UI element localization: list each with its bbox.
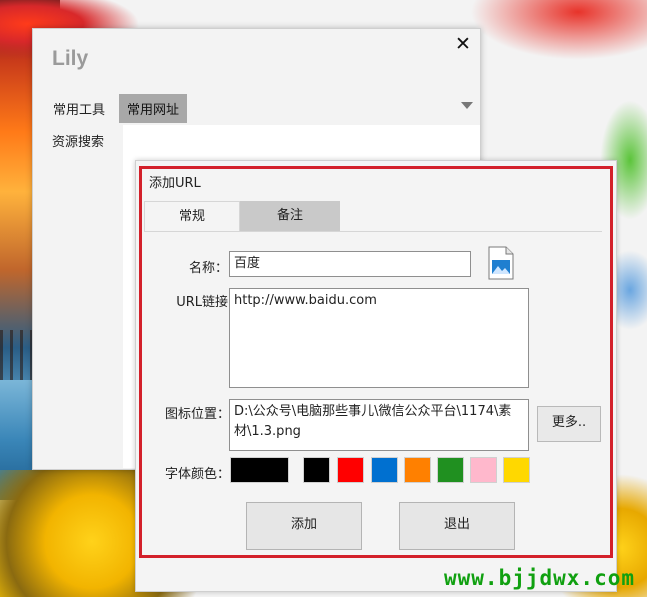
more-button[interactable]: 更多..	[537, 406, 601, 442]
color-swatch-orange[interactable]	[404, 457, 431, 483]
tab-notes[interactable]: 备注	[240, 201, 340, 231]
color-swatch-pink[interactable]	[470, 457, 497, 483]
url-label: URL链接	[176, 295, 228, 310]
icon-path-label: 图标位置：	[164, 407, 230, 422]
color-swatch-yellow[interactable]	[503, 457, 530, 483]
color-swatch-green[interactable]	[437, 457, 464, 483]
exit-button[interactable]: 退出	[399, 502, 515, 550]
color-swatch-black[interactable]	[303, 457, 330, 483]
add-button[interactable]: 添加	[246, 502, 362, 550]
dialog-title: 添加URL	[149, 176, 201, 191]
name-label: 名称：	[188, 261, 228, 276]
menu-common-tools[interactable]: 常用工具	[45, 94, 113, 123]
close-icon[interactable]: ✕	[452, 33, 474, 55]
color-swatch-red[interactable]	[337, 457, 364, 483]
bg-red-splash	[470, 0, 647, 60]
watermark-text: www.bjjdwx.com	[444, 566, 636, 590]
icon-path-input[interactable]: D:\公众号\电脑那些事儿\微信公众平台\1174\素材\1.3.png	[229, 399, 529, 451]
font-color-label: 字体颜色：	[164, 467, 230, 482]
color-swatch-blue[interactable]	[371, 457, 398, 483]
menu-common-urls[interactable]: 常用网址	[119, 93, 188, 123]
add-url-dialog: 添加URL 常规 备注 名称： 百度 URL链接 http://www.baid…	[135, 160, 617, 592]
url-textarea[interactable]: http://www.baidu.com	[229, 288, 529, 388]
name-input[interactable]: 百度	[229, 251, 471, 277]
app-title: Lily	[52, 47, 89, 70]
image-file-icon[interactable]	[488, 246, 514, 280]
tab-bar: 常规 备注	[144, 201, 340, 232]
selected-color-swatch[interactable]	[230, 457, 289, 483]
menu-bar: 常用工具 常用网址	[45, 93, 188, 123]
tab-general[interactable]: 常规	[144, 201, 240, 232]
chevron-down-icon[interactable]	[460, 99, 474, 113]
sidebar-item-resource-search[interactable]: 资源搜索	[33, 125, 123, 150]
sidebar: 资源搜索	[33, 125, 123, 468]
tab-divider	[144, 231, 602, 232]
